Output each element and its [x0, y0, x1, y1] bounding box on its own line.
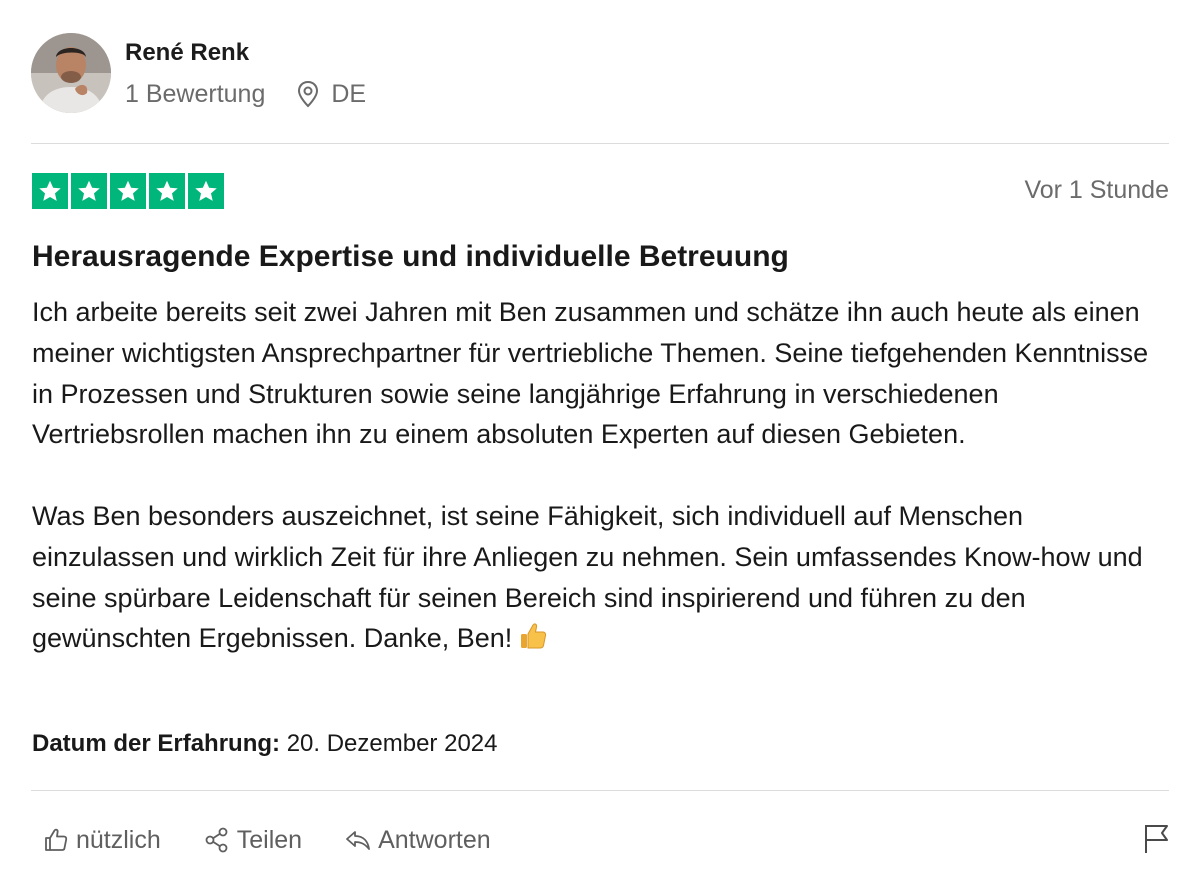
reply-arrow-icon	[346, 831, 370, 850]
star-icon	[71, 173, 107, 209]
reply-label: Antworten	[378, 825, 491, 854]
map-pin-icon	[295, 80, 321, 108]
star-rating	[32, 173, 224, 209]
country-code: DE	[331, 79, 367, 108]
reviewer-name[interactable]: René Renk	[125, 39, 249, 67]
thumbs-up-emoji	[518, 621, 548, 651]
useful-label: nützlich	[76, 825, 161, 854]
useful-button[interactable]: nützlich	[42, 826, 161, 855]
star-icon	[32, 173, 68, 209]
experience-date-label: Datum der Erfahrung:	[32, 730, 281, 757]
experience-date: Datum der Erfahrung: 20. Dezember 2024	[32, 730, 497, 758]
share-icon	[205, 827, 228, 853]
review-count: 1 Bewertung	[125, 79, 266, 108]
star-icon	[188, 173, 224, 209]
avatar[interactable]	[31, 33, 111, 113]
reply-button[interactable]: Antworten	[344, 826, 491, 855]
review-card: René Renk 1 Bewertung DE Vor 1 Stunde He…	[0, 0, 1200, 880]
report-button[interactable]	[1141, 822, 1171, 856]
experience-date-value: 20. Dezember 2024	[286, 730, 498, 757]
flag-icon	[1145, 825, 1168, 853]
header-divider	[31, 143, 1169, 144]
review-actions: nützlich Teilen Antworten	[42, 822, 491, 858]
share-button[interactable]: Teilen	[203, 826, 302, 855]
star-icon	[110, 173, 146, 209]
reviewer-meta: 1 Bewertung DE	[125, 78, 366, 110]
footer-divider	[31, 790, 1169, 791]
review-paragraph: Was Ben besonders auszeichnet, ist seine…	[32, 496, 1172, 659]
thumbs-up-icon	[45, 828, 68, 851]
review-text: Ich arbeite bereits seit zwei Jahren mit…	[32, 292, 1172, 659]
review-paragraph: Ich arbeite bereits seit zwei Jahren mit…	[32, 297, 1149, 450]
share-label: Teilen	[236, 825, 303, 854]
reviewer-location: DE	[295, 80, 366, 109]
review-timestamp: Vor 1 Stunde	[1024, 176, 1169, 204]
review-title: Herausragende Expertise und individuelle…	[32, 240, 789, 273]
review-paragraph-text: Was Ben besonders auszeichnet, ist seine…	[32, 500, 1143, 654]
star-icon	[149, 173, 185, 209]
